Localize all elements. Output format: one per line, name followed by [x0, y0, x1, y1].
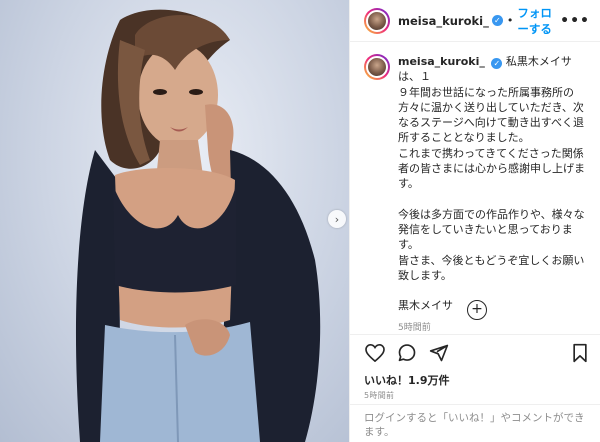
post-timestamp: 5時間前 [364, 391, 395, 400]
follow-button[interactable]: フォローする [517, 5, 560, 37]
caption-avatar[interactable] [364, 54, 390, 80]
caption: meisa_kuroki_ ✓ 私黒木メイサは、１ ９年間お世話になった所属事務… [350, 42, 600, 333]
caption-line: 今後は多方面での作品作りや、様々な [398, 207, 585, 221]
caption-line-0: meisa_kuroki_ ✓ 私黒木メイサは、１ [398, 54, 589, 85]
caption-line: 発信をしていきたいと思っております。 [398, 222, 573, 252]
username-link[interactable]: meisa_kuroki_ [398, 14, 489, 28]
post-photo[interactable]: › [0, 0, 349, 442]
caption-line: 方々に温かく送り出していただき、次 [398, 100, 584, 114]
caption-line: これまで携わってきてくださった関係 [398, 146, 584, 160]
action-bar [350, 334, 600, 370]
caption-line: ９年間お世話になった所属事務所の [398, 85, 574, 99]
likes-count[interactable]: いいね！1.9万件 [364, 372, 450, 388]
heart-icon[interactable] [364, 342, 386, 364]
more-options-icon[interactable]: ••• [560, 13, 590, 29]
caption-signature: 黒木メイサ [398, 299, 453, 313]
caption-line: 所することとなりました。 [398, 131, 530, 145]
post-header: meisa_kuroki_ ✓ • フォローする ••• [350, 0, 600, 42]
login-prompt[interactable]: ログインすると「いいね！」やコメントができます。 [350, 404, 600, 442]
caption-line: す。 [398, 177, 419, 191]
separator-dot: • [506, 14, 514, 27]
verified-badge-icon: ✓ [491, 15, 503, 26]
caption-line: 致します。 [398, 268, 452, 282]
post-image-artwork [75, 9, 321, 442]
avatar[interactable] [364, 7, 390, 34]
bookmark-icon[interactable] [569, 342, 591, 364]
share-icon[interactable] [428, 342, 450, 364]
comment-icon[interactable] [396, 342, 418, 364]
post-sidebar: meisa_kuroki_ ✓ • フォローする ••• meisa_kurok… [349, 0, 600, 442]
caption-verified-badge-icon: ✓ [491, 58, 503, 69]
chevron-right-icon: › [334, 212, 340, 226]
caption-body: meisa_kuroki_ ✓ 私黒木メイサは、１ ９年間お世話になった所属事務… [398, 54, 589, 333]
caption-line: 皆さま、今後ともどうぞ宜しくお願い [398, 253, 585, 267]
caption-line: なるステージへ向けて動き出すべく退 [398, 116, 585, 130]
plus-circle-icon[interactable]: + [467, 300, 487, 320]
caption-username-link[interactable]: meisa_kuroki_ [398, 55, 485, 68]
carousel-next-button[interactable]: › [328, 210, 346, 228]
caption-line: 者の皆さまには心から感謝申し上げま [398, 162, 585, 176]
